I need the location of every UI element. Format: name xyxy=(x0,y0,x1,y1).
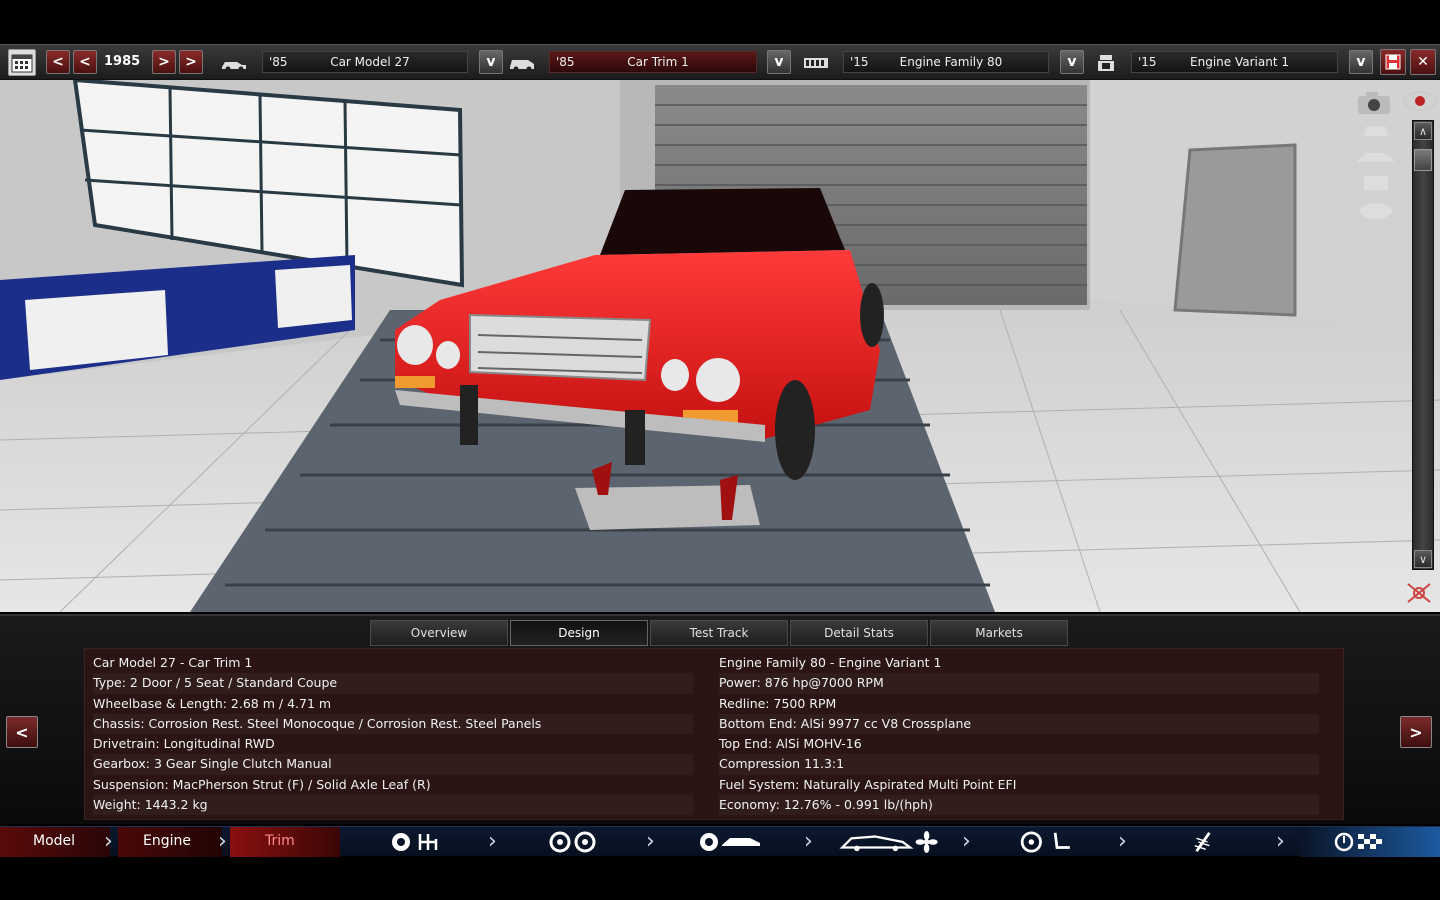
close-icon[interactable]: ✕ xyxy=(1410,49,1436,75)
engine-family-icon xyxy=(804,58,828,68)
tab-design[interactable]: Design xyxy=(510,620,648,646)
save-icon[interactable] xyxy=(1380,49,1406,75)
car-model-dropdown-button[interactable]: v xyxy=(479,50,503,74)
engine-title: Engine Family 80 - Engine Variant 1 xyxy=(719,655,942,670)
car-trim-select[interactable]: '85 Car Trim 1 xyxy=(549,51,757,73)
interior-icon[interactable] xyxy=(1016,831,1076,853)
tab-test-track[interactable]: Test Track xyxy=(650,620,788,646)
gearbox-icon[interactable] xyxy=(390,831,444,853)
tab-detail-stats[interactable]: Detail Stats xyxy=(790,620,928,646)
engine-family-select[interactable]: '15 Engine Family 80 xyxy=(843,51,1049,73)
garage-scene xyxy=(0,80,1440,612)
car-rear-view-icon[interactable] xyxy=(1360,172,1392,194)
engine-power: Power: 876 hp@7000 RPM xyxy=(719,673,1319,694)
car-top-view-icon[interactable] xyxy=(1356,200,1396,222)
tab-markets[interactable]: Markets xyxy=(930,620,1068,646)
engine-fuel-system: Fuel System: Naturally Aspirated Multi P… xyxy=(719,776,1017,792)
chevron-right-icon: › xyxy=(488,829,497,854)
scroll-thumb[interactable] xyxy=(1414,149,1432,171)
chevron-right-icon: › xyxy=(1118,829,1127,854)
engine-bottom-end: Bottom End: AlSi 9977 cc V8 Crossplane xyxy=(719,713,1319,735)
chevron-right-icon: › xyxy=(218,829,227,854)
car-info-column: Car Model 27 - Car Trim 1 Type: 2 Door /… xyxy=(93,653,693,816)
panel-prev-button[interactable]: < xyxy=(6,716,38,748)
engine-info-column: Engine Family 80 - Engine Variant 1 Powe… xyxy=(719,653,1319,816)
engine-economy: Economy: 12.76% - 0.991 lb/(hph) xyxy=(719,795,1319,816)
car-type: Type: 2 Door / 5 Seat / Standard Coupe xyxy=(93,673,693,694)
car-suspension: Suspension: MacPherson Strut (F) / Solid… xyxy=(93,776,431,792)
engine-family-dropdown-button[interactable]: v xyxy=(1060,50,1084,74)
car-front-view-icon[interactable] xyxy=(1360,120,1392,140)
engine-compression: Compression 11.3:1 xyxy=(719,754,1319,775)
engine-top-end: Top End: AlSi MOHV-16 xyxy=(719,736,862,752)
design-summary: Car Model 27 - Car Trim 1 Type: 2 Door /… xyxy=(84,648,1344,820)
calendar-icon[interactable] xyxy=(8,49,36,76)
year-back-fast-button[interactable]: < xyxy=(46,50,70,74)
engine-variant-dropdown-button[interactable]: v xyxy=(1349,50,1373,74)
camera-icon[interactable] xyxy=(1354,88,1394,116)
year-back-button[interactable]: < xyxy=(73,50,97,74)
nav-trim[interactable]: Trim xyxy=(230,827,340,857)
panel-next-button[interactable]: > xyxy=(1400,716,1432,748)
reset-view-icon[interactable] xyxy=(1404,580,1434,606)
car-model-icon xyxy=(222,62,246,72)
nav-finish[interactable] xyxy=(1300,827,1440,857)
car-trim-dropdown-button[interactable]: v xyxy=(767,50,791,74)
eye-icon[interactable] xyxy=(1402,90,1438,112)
tab-overview[interactable]: Overview xyxy=(370,620,508,646)
scroll-down-button[interactable]: ∨ xyxy=(1414,550,1432,568)
aero-cooling-icon[interactable] xyxy=(834,831,944,853)
year-forward-fast-button[interactable]: > xyxy=(179,50,203,74)
year-forward-button[interactable]: > xyxy=(152,50,176,74)
test-finish-flag-icon xyxy=(1334,832,1382,852)
top-toolbar: < < 1985 > > '85 Car Model 27 v '85 Car … xyxy=(0,44,1440,80)
car-drivetrain: Drivetrain: Longitudinal RWD xyxy=(93,736,275,752)
nav-engine[interactable]: Engine xyxy=(118,827,222,857)
car-weight: Weight: 1443.2 kg xyxy=(93,795,693,816)
chevron-right-icon: › xyxy=(104,829,113,854)
wheels-icon[interactable] xyxy=(548,831,598,853)
year-display: 1985 xyxy=(104,54,141,69)
engine-redline: Redline: 7500 RPM xyxy=(719,695,837,711)
view-scrollbar[interactable]: ∧ ∨ xyxy=(1412,120,1434,570)
car-side-view-icon[interactable] xyxy=(1356,148,1396,166)
car-chassis: Chassis: Corrosion Rest. Steel Monocoque… xyxy=(93,713,693,735)
engine-variant-select[interactable]: '15 Engine Variant 1 xyxy=(1131,51,1338,73)
chevron-right-icon: › xyxy=(646,829,655,854)
car-title: Car Model 27 - Car Trim 1 xyxy=(93,655,253,670)
info-tabs: Overview Design Test Track Detail Stats … xyxy=(370,620,1068,646)
engine-variant-icon xyxy=(1098,55,1114,71)
car-trim-icon xyxy=(510,60,534,72)
nav-model[interactable]: Model xyxy=(0,827,110,857)
scroll-up-button[interactable]: ∧ xyxy=(1414,122,1432,140)
chevron-right-icon: › xyxy=(804,829,813,854)
car-model-select[interactable]: '85 Car Model 27 xyxy=(262,51,468,73)
chevron-right-icon: › xyxy=(962,829,971,854)
car-3d-viewport[interactable]: ∧ ∨ xyxy=(0,80,1440,612)
car-wheelbase: Wheelbase & Length: 2.68 m / 4.71 m xyxy=(93,695,332,711)
chevron-right-icon: › xyxy=(1276,829,1285,854)
bottom-navigation: Model › Engine › Trim › › › › › › xyxy=(0,826,1440,857)
info-panel: Overview Design Test Track Detail Stats … xyxy=(0,614,1440,824)
body-icon[interactable] xyxy=(698,831,764,853)
suspension-icon[interactable] xyxy=(1188,831,1218,853)
car-gearbox: Gearbox: 3 Gear Single Clutch Manual xyxy=(93,754,693,775)
